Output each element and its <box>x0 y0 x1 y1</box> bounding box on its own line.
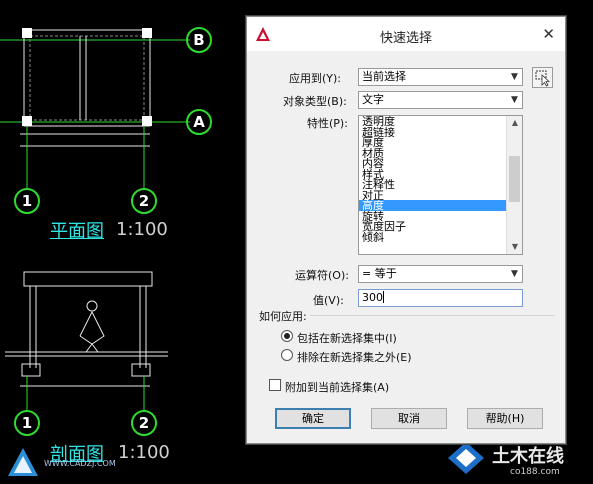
close-icon[interactable]: ✕ <box>542 25 555 43</box>
radio-include-label[interactable]: 包括在新选择集中(I) <box>297 330 397 346</box>
radio-exclude-label[interactable]: 排除在新选择集之外(E) <box>297 349 412 365</box>
append-label[interactable]: 附加到当前选择集(A) <box>285 379 389 395</box>
property-item[interactable]: 厚度 <box>359 137 506 148</box>
select-objects-button[interactable] <box>532 67 553 88</box>
plan-scale: 1:100 <box>116 219 168 240</box>
object-type-value: 文字 <box>362 93 384 106</box>
property-item[interactable]: 样式 <box>359 169 506 180</box>
property-item[interactable]: 超链接 <box>359 127 506 138</box>
value-label: 值(V): <box>313 294 344 307</box>
property-item[interactable]: 对正 <box>359 190 506 201</box>
scroll-up-icon[interactable]: ▲ <box>507 116 522 130</box>
operator-select[interactable]: = 等于 ▼ <box>358 265 523 283</box>
properties-label: 特性(P): <box>307 117 348 130</box>
cadzj-logo-icon <box>8 448 38 476</box>
property-item[interactable]: 内容 <box>359 158 506 169</box>
watermark-right-url: co188.com <box>510 467 560 477</box>
radio-exclude[interactable] <box>281 349 293 361</box>
radio-include[interactable] <box>281 330 293 342</box>
apply-to-select[interactable]: 当前选择 ▼ <box>358 68 523 86</box>
operator-value: = 等于 <box>362 267 397 280</box>
apply-to-label: 应用到(Y): <box>289 72 342 85</box>
text-caret <box>383 291 384 303</box>
properties-scrollbar[interactable]: ▲ ▼ <box>506 116 522 254</box>
value-input[interactable]: 300 <box>358 289 523 307</box>
apply-to-value: 当前选择 <box>362 70 406 83</box>
quick-select-dialog: 快速选择 ✕ 应用到(Y): 当前选择 ▼ 对象类型(B): 文字 ▼ 特性(P… <box>246 16 566 444</box>
ok-button[interactable]: 确定 <box>275 408 351 429</box>
properties-items: 透明度 超链接 厚度 材质 内容 样式 注释性 对正 高度 旋转 宽度因子 倾斜 <box>359 116 506 242</box>
dialog-title: 快速选择 <box>379 31 432 46</box>
property-item[interactable]: 高度 <box>359 200 506 211</box>
property-item[interactable]: 宽度因子 <box>359 221 506 232</box>
select-objects-icon <box>535 70 551 87</box>
object-type-label: 对象类型(B): <box>283 95 347 108</box>
property-item[interactable]: 材质 <box>359 148 506 159</box>
axis-bubble-b: B <box>186 27 212 53</box>
cancel-button[interactable]: 取消 <box>371 408 447 429</box>
grid-bubble-2-section: 2 <box>131 410 157 436</box>
chevron-down-icon: ▼ <box>511 269 518 279</box>
grid-bubble-1-section: 1 <box>14 410 40 436</box>
operator-label: 运算符(O): <box>295 269 349 282</box>
axis-bubble-a: A <box>186 109 212 135</box>
property-item[interactable]: 透明度 <box>359 116 506 127</box>
object-type-select[interactable]: 文字 ▼ <box>358 91 523 109</box>
property-item[interactable]: 倾斜 <box>359 232 506 243</box>
append-checkbox[interactable] <box>269 379 281 391</box>
dialog-titlebar[interactable]: 快速选择 ✕ <box>247 17 565 51</box>
watermark-right-brand: 土木在线 <box>492 446 564 467</box>
section-scale: 1:100 <box>118 442 170 463</box>
scrollbar-thumb[interactable] <box>509 156 520 202</box>
grid-bubble-1-plan: 1 <box>14 188 40 214</box>
watermark-left-url: WWW.CADZJ.COM <box>44 459 116 468</box>
co188-logo-icon <box>448 442 484 474</box>
how-to-apply-label: 如何应用: <box>259 308 310 324</box>
property-item[interactable]: 注释性 <box>359 179 506 190</box>
plan-title: 平面图 <box>50 221 104 242</box>
scroll-down-icon[interactable]: ▼ <box>507 240 522 254</box>
help-button[interactable]: 帮助(H) <box>467 408 543 429</box>
properties-listbox[interactable]: 透明度 超链接 厚度 材质 内容 样式 注释性 对正 高度 旋转 宽度因子 倾斜 ▲ ▼ <box>358 115 523 255</box>
grid-bubble-2-plan: 2 <box>131 188 157 214</box>
chevron-down-icon: ▼ <box>511 95 518 105</box>
value-text: 300 <box>362 291 383 304</box>
chevron-down-icon: ▼ <box>511 72 518 82</box>
property-item[interactable]: 旋转 <box>359 211 506 222</box>
